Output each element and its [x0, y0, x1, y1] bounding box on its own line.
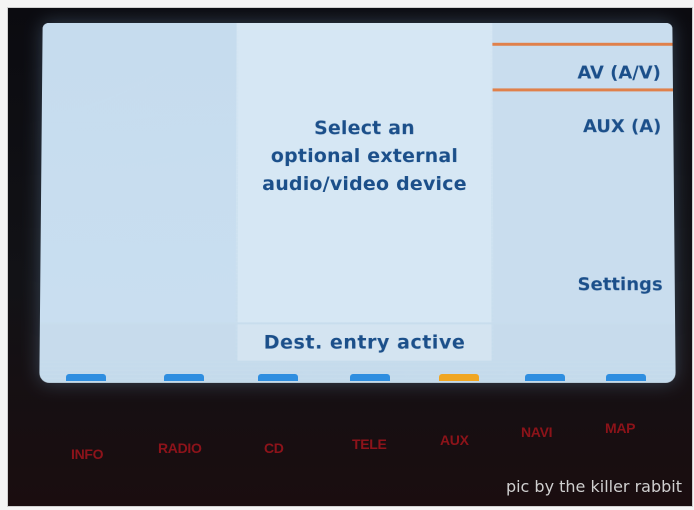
watermark-text: pic by the killer rabbit: [505, 477, 682, 496]
menu-item-av[interactable]: AV (A/V): [577, 63, 661, 84]
car-display-photo: Select an optional external audio/video …: [8, 8, 692, 506]
softkey-info[interactable]: [66, 374, 106, 381]
softkey-navi[interactable]: [525, 374, 565, 381]
infotainment-screen: Select an optional external audio/video …: [39, 22, 676, 383]
left-panel: [39, 22, 237, 323]
button-label-map[interactable]: MAP: [605, 420, 636, 436]
center-message-line: optional external: [270, 145, 459, 168]
button-label-tele[interactable]: TELE: [352, 436, 387, 452]
button-label-aux[interactable]: AUX: [440, 432, 469, 448]
button-label-info[interactable]: INFO: [71, 446, 104, 462]
softkey-tele[interactable]: [350, 374, 390, 381]
status-bar-right: [493, 324, 676, 361]
center-message: Select an optional external audio/video …: [238, 114, 491, 198]
softkey-cd[interactable]: [258, 374, 298, 381]
button-label-radio[interactable]: RADIO: [158, 440, 202, 456]
status-bar: Dest. entry active: [237, 324, 492, 361]
softkey-aux[interactable]: [439, 374, 479, 381]
softkey-map[interactable]: [606, 374, 646, 381]
softkey-radio[interactable]: [164, 374, 204, 381]
button-label-navi[interactable]: NAVI: [521, 424, 553, 440]
selection-highlight-bottom: [492, 88, 673, 92]
status-bar-left: [39, 324, 236, 361]
button-label-cd[interactable]: CD: [264, 440, 284, 456]
selection-highlight-top: [492, 42, 673, 46]
menu-item-settings[interactable]: Settings: [577, 274, 662, 295]
center-message-line: Select an: [314, 117, 415, 140]
center-message-line: audio/video device: [262, 173, 467, 196]
menu-item-aux[interactable]: AUX (A): [583, 116, 662, 137]
